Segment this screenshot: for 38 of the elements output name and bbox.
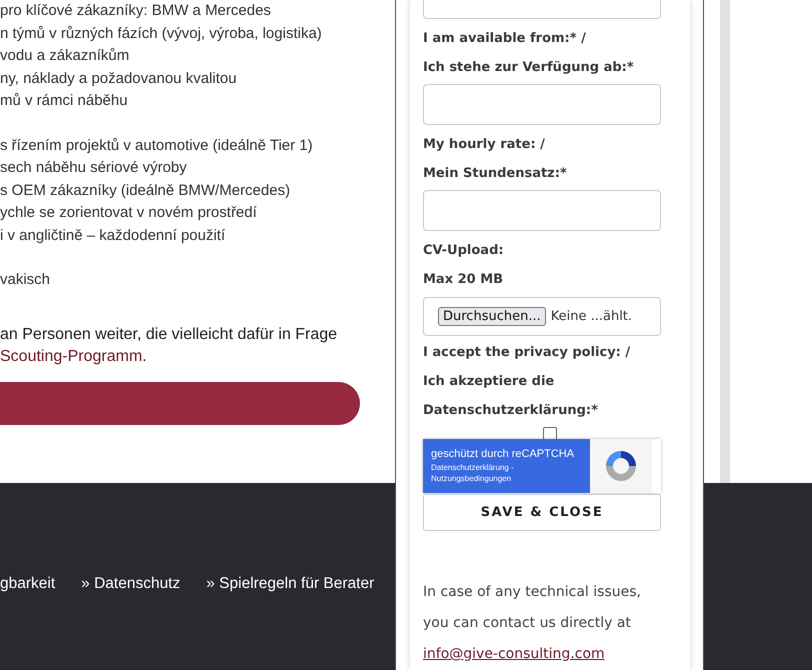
list-text: mů v rámci náběhu bbox=[0, 91, 128, 111]
field-label: Mein Stundensatz:* bbox=[423, 165, 568, 184]
scouting-link[interactable]: Scouting-Programm bbox=[0, 348, 142, 364]
field-label: Ich akzeptiere die bbox=[423, 373, 556, 392]
file-field[interactable]: Durchsuchen... Keine ...ählt. bbox=[423, 297, 661, 336]
list-text: ychle se zorientovat v novém prostředí bbox=[0, 203, 257, 223]
list-text: vakisch bbox=[0, 270, 50, 290]
list-text: s řízením projektů v automotive (ideálně Tier 1) bbox=[0, 136, 313, 156]
list-text: ny, náklady a požadovanou kvalitou bbox=[0, 68, 237, 88]
footer-link[interactable]: » Spielregeln für Berater bbox=[206, 575, 374, 595]
footer-link[interactable]: gbarkeit bbox=[0, 575, 56, 595]
input-field[interactable] bbox=[423, 84, 661, 126]
scrollbar[interactable] bbox=[720, 0, 730, 483]
list-text: pro klíčové zákazníky: BMW a Mercedes bbox=[0, 1, 271, 21]
input-field[interactable] bbox=[423, 190, 661, 232]
browse-button[interactable]: Durchsuchen... bbox=[438, 307, 546, 326]
list-text: i v angličtině – každodenní použití bbox=[0, 226, 226, 246]
save-close-button[interactable]: SAVE & CLOSE bbox=[423, 494, 661, 531]
list-text: vodu a zákazníkům bbox=[0, 46, 130, 66]
list-text: s OEM zákazníky (ideálně BMW/Mercedes) bbox=[0, 180, 290, 200]
field-label: My hourly rate: / bbox=[423, 136, 546, 154]
recaptcha-title: geschützt durch reCAPTCHA bbox=[431, 448, 576, 460]
field-label: Max 20 MB bbox=[423, 271, 504, 290]
field-label: Datenschutzerklärung:* bbox=[423, 402, 599, 420]
footer-link[interactable]: » Datenschutz bbox=[81, 575, 180, 595]
field-label: I am available from:* / bbox=[423, 30, 587, 48]
list-text: sech náběhu sériové výroby bbox=[0, 158, 187, 178]
field-label: I accept the privacy policy: / bbox=[423, 344, 632, 362]
list-text: n týmů v různých fázích (vývoj, výroba, logistika) bbox=[0, 24, 322, 44]
contact-text: In case of any technical issues, bbox=[423, 582, 642, 602]
apply-bar[interactable] bbox=[0, 382, 360, 424]
file-status: Keine ...ählt. bbox=[550, 309, 632, 324]
contact-text: you can contact us directly at bbox=[423, 614, 632, 633]
paragraph-text: an Personen weiter, die vielleicht dafür in Frage Scouting-Programm. bbox=[0, 324, 338, 366]
recaptcha-links[interactable]: Datenschutzerklärung - Nutzungsbedingungen bbox=[431, 462, 526, 484]
email-link[interactable]: info@give-consulting.com bbox=[423, 638, 677, 670]
field-label: Ich stehe zur Verfügung ab:* bbox=[423, 59, 635, 78]
field-label: CV-Upload: bbox=[423, 242, 505, 260]
